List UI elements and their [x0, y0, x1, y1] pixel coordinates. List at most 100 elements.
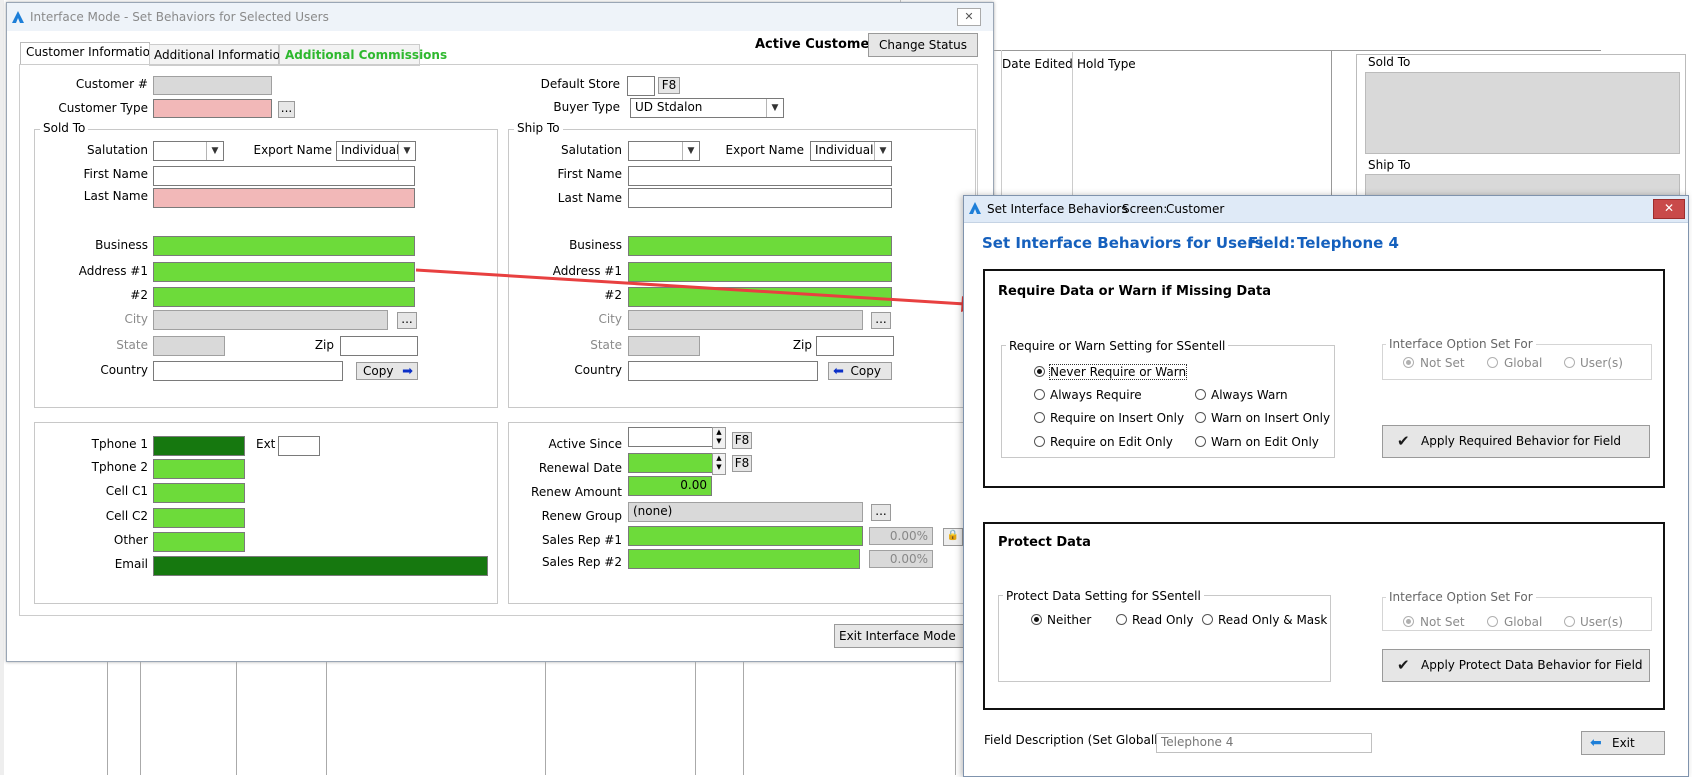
require-set-for-title: Interface Option Set For: [1386, 337, 1536, 351]
radio-require-insert[interactable]: [1034, 412, 1045, 423]
protect-group-title: Protect Data Setting for SSentell: [1003, 589, 1204, 603]
active-since-field[interactable]: [628, 427, 714, 447]
tphone1-field[interactable]: [153, 436, 245, 456]
ship-city-field[interactable]: [628, 310, 863, 330]
buyer-type-dropdown[interactable]: UD Stdalon ▼: [630, 98, 784, 118]
ship-state-label: State: [590, 338, 622, 352]
radio-protect-read-only[interactable]: [1116, 614, 1127, 625]
sold-salutation-dropdown[interactable]: ▼: [153, 141, 224, 161]
sold-state-field[interactable]: [153, 336, 225, 356]
renewal-date-field[interactable]: [628, 453, 714, 473]
cell2-field[interactable]: [153, 508, 245, 528]
ship-zip-label: Zip: [792, 338, 812, 352]
radio-require-not-set-label: Not Set: [1420, 356, 1465, 370]
ship-to-title: Ship To: [514, 121, 563, 135]
exit-interface-mode-button[interactable]: Exit Interface Mode: [834, 624, 966, 648]
renew-group-field[interactable]: (none): [628, 502, 863, 522]
active-since-spinner[interactable]: ▲ ▼: [712, 427, 726, 449]
copy-to-sold-button[interactable]: ⬅ Copy: [828, 362, 892, 380]
copy-label: Copy: [363, 364, 394, 378]
renew-group-browse-button[interactable]: ...: [871, 504, 891, 521]
ship-city-browse-button[interactable]: ...: [871, 312, 891, 329]
renew-amount-field[interactable]: 0.00: [628, 476, 712, 496]
sold-city-label: City: [124, 312, 148, 326]
sales-rep1-field[interactable]: [628, 526, 863, 546]
field-description-field[interactable]: Telephone 4: [1156, 733, 1372, 753]
cell1-field[interactable]: [153, 483, 245, 503]
app-logo-icon: [11, 10, 25, 24]
radio-protect-read-only-mask-label: Read Only & Mask: [1218, 613, 1328, 627]
lock-icon[interactable]: 🔒: [943, 528, 963, 546]
customer-no-field[interactable]: [153, 76, 272, 95]
radio-protect-users[interactable]: [1564, 616, 1575, 627]
ship-address1-field[interactable]: [628, 262, 892, 282]
ship-country-label: Country: [574, 363, 622, 377]
radio-warn-edit[interactable]: [1195, 436, 1206, 447]
sold-last-name-field[interactable]: [153, 188, 415, 208]
radio-always-warn[interactable]: [1195, 389, 1206, 400]
radio-never-require[interactable]: [1034, 366, 1045, 377]
ship-state-field[interactable]: [628, 336, 700, 356]
dialog-field-label: Field:: [1248, 234, 1296, 252]
ship-business-label: Business: [569, 238, 622, 252]
change-status-button[interactable]: Change Status: [868, 33, 978, 57]
sold-first-name-field[interactable]: [153, 166, 415, 186]
sold-business-field[interactable]: [153, 236, 415, 256]
bg-divider: [1001, 50, 1002, 210]
sold-address1-field[interactable]: [153, 262, 415, 282]
copy-to-ship-button[interactable]: Copy ➡: [356, 362, 418, 380]
ship-export-name-label: Export Name: [725, 143, 805, 157]
radio-require-users-label: User(s): [1580, 356, 1623, 370]
dialog-title: Set Interface Behaviors: [987, 202, 1128, 216]
default-store-field[interactable]: [627, 76, 655, 96]
default-store-f8-button[interactable]: F8: [658, 77, 680, 94]
ship-first-name-field[interactable]: [628, 166, 892, 186]
sold-address2-field[interactable]: [153, 287, 415, 307]
radio-always-warn-label: Always Warn: [1211, 388, 1288, 402]
sales-rep2-field[interactable]: [628, 549, 860, 569]
email-field[interactable]: [153, 556, 488, 576]
active-since-f8-button[interactable]: F8: [732, 432, 752, 449]
ship-zip-field[interactable]: [816, 336, 894, 356]
radio-protect-neither[interactable]: [1031, 614, 1042, 625]
apply-required-button[interactable]: ✔ Apply Required Behavior for Field: [1382, 425, 1650, 458]
sold-city-field[interactable]: [153, 310, 388, 330]
renewal-date-spinner[interactable]: ▲ ▼: [712, 453, 726, 475]
sold-country-field[interactable]: [153, 361, 343, 381]
ext-field[interactable]: [278, 436, 320, 456]
radio-always-require[interactable]: [1034, 389, 1045, 400]
chevron-down-icon: ▼: [682, 142, 699, 160]
other-field[interactable]: [153, 532, 245, 552]
radio-require-not-set[interactable]: [1403, 357, 1414, 368]
ship-last-name-field[interactable]: [628, 188, 892, 208]
exit-button[interactable]: ⬅ Exit: [1581, 731, 1665, 755]
sold-city-browse-button[interactable]: ...: [397, 312, 417, 329]
ship-address2-field[interactable]: [628, 287, 892, 307]
customer-type-field[interactable]: [153, 99, 272, 118]
ship-salutation-dropdown[interactable]: ▼: [628, 141, 700, 161]
tphone1-label: Tphone 1: [91, 437, 148, 451]
radio-never-require-label: Never Require or Warn: [1048, 364, 1188, 380]
renewal-date-f8-button[interactable]: F8: [732, 455, 752, 472]
dialog-close-button[interactable]: ✕: [1653, 199, 1685, 219]
radio-protect-not-set[interactable]: [1403, 616, 1414, 627]
radio-require-users[interactable]: [1564, 357, 1575, 368]
apply-protect-button[interactable]: ✔ Apply Protect Data Behavior for Field: [1382, 649, 1650, 682]
radio-require-edit[interactable]: [1034, 436, 1045, 447]
radio-protect-users-label: User(s): [1580, 615, 1623, 629]
radio-protect-read-only-mask[interactable]: [1202, 614, 1213, 625]
sold-zip-field[interactable]: [340, 336, 418, 356]
ship-business-field[interactable]: [628, 236, 892, 256]
arrow-right-icon: ➡: [402, 364, 413, 379]
sold-export-name-dropdown[interactable]: Individual ▼: [336, 141, 416, 161]
radio-warn-insert[interactable]: [1195, 412, 1206, 423]
ship-country-field[interactable]: [628, 361, 818, 381]
customer-type-browse-button[interactable]: ...: [278, 101, 295, 118]
renew-amount-label: Renew Amount: [531, 485, 622, 499]
ship-export-name-dropdown[interactable]: Individual ▼: [810, 141, 892, 161]
tphone2-field[interactable]: [153, 459, 245, 479]
main-close-button[interactable]: ✕: [957, 8, 981, 26]
radio-require-global[interactable]: [1487, 357, 1498, 368]
radio-protect-global[interactable]: [1487, 616, 1498, 627]
tab-label: Customer Information: [26, 45, 158, 59]
